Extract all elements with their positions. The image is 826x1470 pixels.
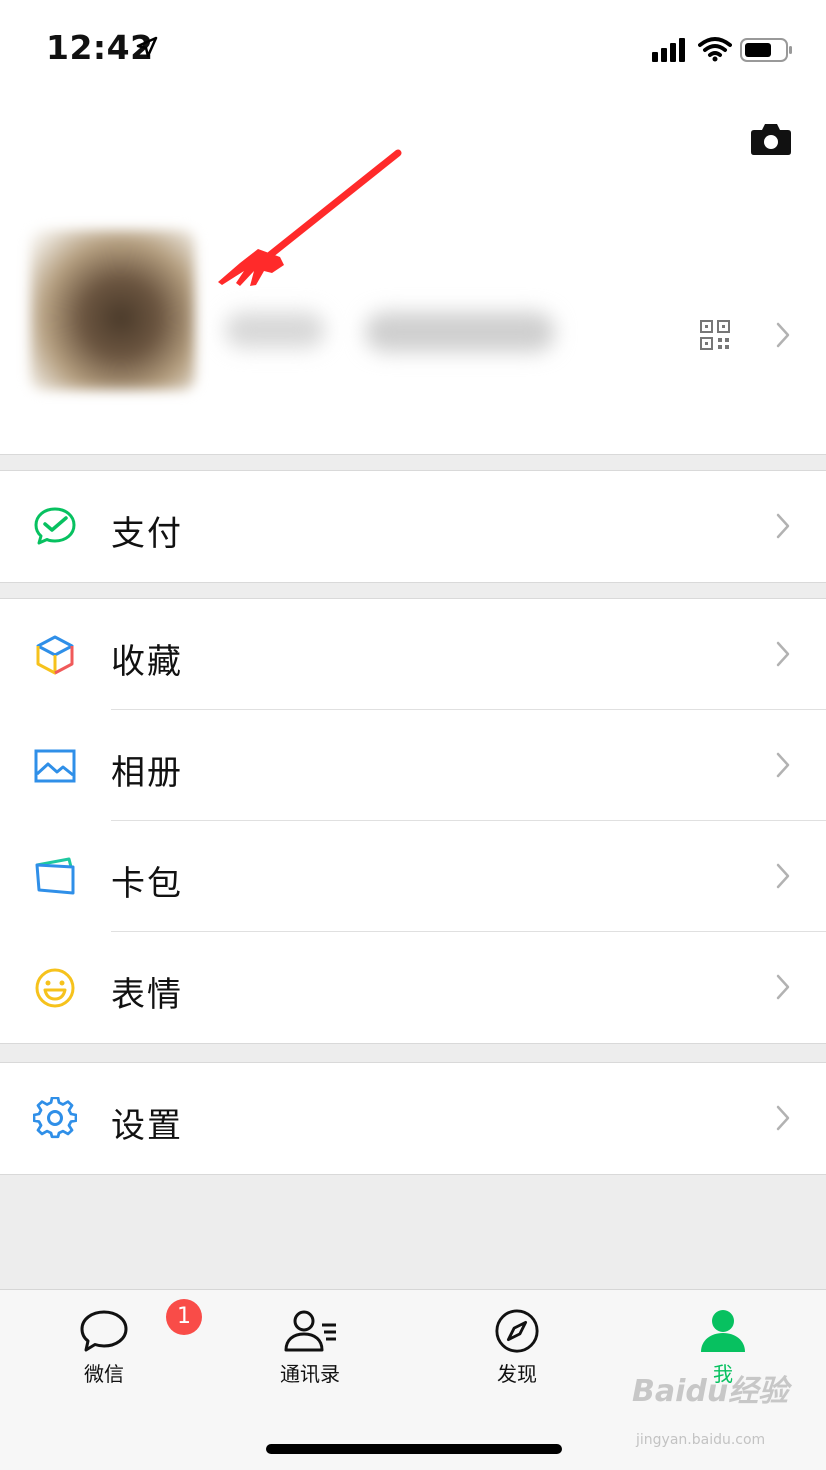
avatar[interactable] bbox=[30, 230, 195, 390]
compass-icon bbox=[495, 1309, 539, 1353]
album-picture-icon bbox=[34, 749, 76, 783]
menu-item-favorites[interactable]: 收藏 bbox=[0, 599, 826, 710]
chevron-right-icon bbox=[776, 863, 790, 889]
tab-contacts[interactable]: 通讯录 bbox=[250, 1308, 370, 1387]
status-bar: 12:42 bbox=[0, 0, 826, 100]
qr-code-icon[interactable] bbox=[700, 320, 730, 350]
contacts-icon bbox=[284, 1310, 336, 1352]
settings-gear-icon bbox=[33, 1097, 77, 1139]
person-icon bbox=[701, 1310, 745, 1352]
menu-item-stickers[interactable]: 表情 bbox=[0, 932, 826, 1043]
menu-item-pay[interactable]: 支付 bbox=[0, 471, 826, 582]
menu-item-label: 收藏 bbox=[111, 642, 183, 682]
menu-item-label: 支付 bbox=[111, 514, 183, 554]
unread-badge: 1 bbox=[166, 1299, 202, 1335]
tab-label: 通讯录 bbox=[280, 1362, 340, 1386]
favorites-cube-icon bbox=[36, 635, 74, 675]
menu-group-content: 收藏 相册 卡包 表情 bbox=[0, 598, 826, 1044]
chevron-right-icon bbox=[776, 322, 790, 348]
sticker-smiley-icon bbox=[35, 968, 75, 1008]
chevron-right-icon bbox=[776, 1105, 790, 1131]
profile-name-blurred bbox=[225, 312, 325, 348]
menu-item-label: 设置 bbox=[111, 1106, 183, 1146]
battery-icon bbox=[740, 38, 792, 62]
menu-group-settings: 设置 bbox=[0, 1062, 826, 1175]
tab-label: 发现 bbox=[497, 1362, 537, 1386]
wechat-pay-icon bbox=[34, 507, 76, 545]
wifi-icon bbox=[698, 37, 732, 62]
chat-bubble-icon bbox=[80, 1310, 128, 1352]
menu-item-label: 相册 bbox=[111, 753, 183, 793]
chevron-right-icon bbox=[776, 513, 790, 539]
watermark: Baidu经验 bbox=[632, 1374, 789, 1409]
menu-item-label: 表情 bbox=[111, 975, 183, 1015]
location-arrow-icon bbox=[136, 36, 158, 58]
menu-item-card-wallet[interactable]: 卡包 bbox=[0, 821, 826, 932]
menu-group-payment: 支付 bbox=[0, 470, 826, 583]
tab-label: 微信 bbox=[84, 1362, 124, 1386]
menu-item-album[interactable]: 相册 bbox=[0, 710, 826, 821]
chevron-right-icon bbox=[776, 641, 790, 667]
chevron-right-icon bbox=[776, 752, 790, 778]
cellular-signal-icon bbox=[652, 38, 685, 62]
profile-id-blurred bbox=[365, 312, 555, 352]
tab-chats[interactable]: 1 微信 bbox=[44, 1299, 202, 1387]
camera-icon[interactable] bbox=[750, 122, 792, 156]
watermark-url: jingyan.baidu.com bbox=[636, 1432, 766, 1448]
menu-item-settings[interactable]: 设置 bbox=[0, 1063, 826, 1174]
home-indicator[interactable] bbox=[266, 1444, 562, 1454]
card-wallet-icon bbox=[35, 857, 75, 895]
chevron-right-icon bbox=[776, 974, 790, 1000]
tab-discover[interactable]: 发现 bbox=[457, 1308, 577, 1387]
menu-item-label: 卡包 bbox=[111, 864, 183, 904]
